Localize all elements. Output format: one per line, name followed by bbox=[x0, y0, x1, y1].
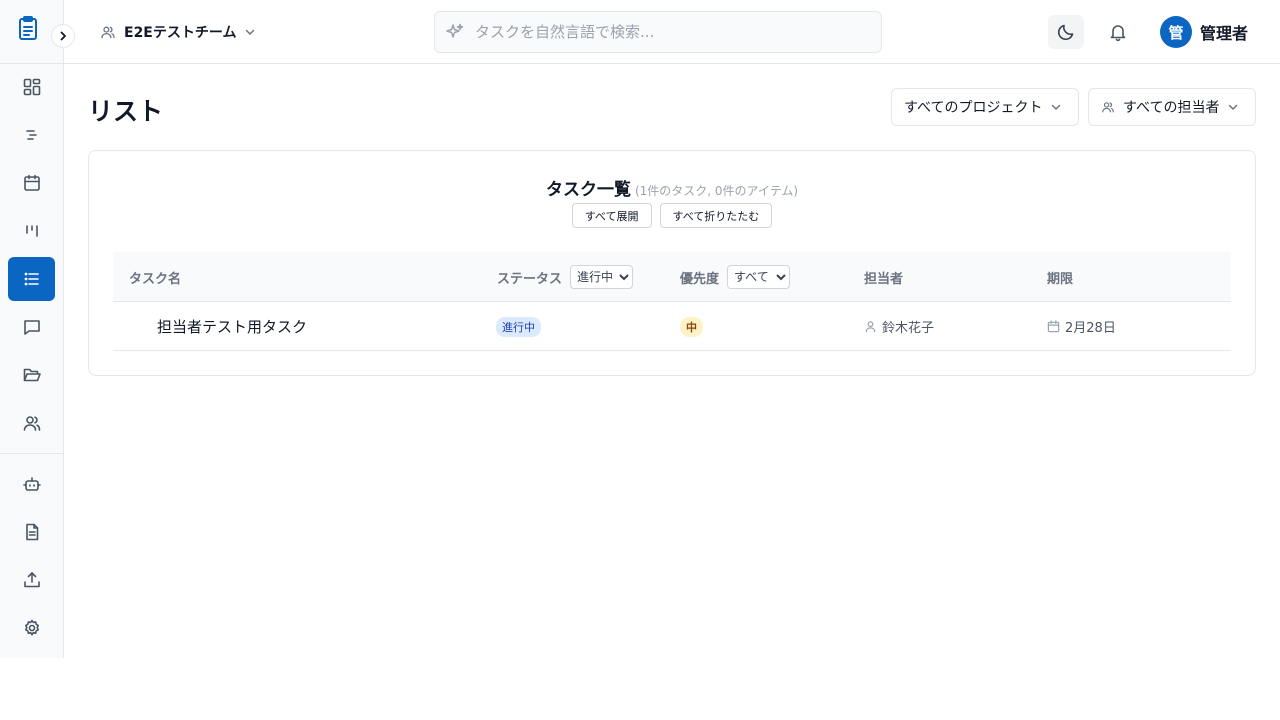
project-filter-label: すべてのプロジェクト bbox=[904, 100, 1043, 116]
card-header: タスク一覧 (1件のタスク, 0件のアイテム) bbox=[89, 175, 1255, 200]
table-header: タスク名 ステータス 進行中 優先度 すべて 担当者 期限 bbox=[113, 252, 1231, 302]
column-header-status-label: ステータス bbox=[497, 271, 563, 287]
sparkles-icon bbox=[446, 23, 464, 38]
sidebar-item-list[interactable] bbox=[8, 257, 55, 301]
sidebar-item-upload[interactable] bbox=[8, 558, 55, 602]
file-text-icon bbox=[25, 523, 38, 541]
search-input[interactable] bbox=[475, 23, 855, 41]
chevron-right-icon bbox=[60, 31, 66, 41]
sidebar-item-calendar[interactable] bbox=[8, 161, 55, 205]
column-header-priority: 優先度 すべて bbox=[680, 252, 791, 302]
team-switcher[interactable]: E2Eテストチーム bbox=[100, 20, 256, 44]
upload-icon bbox=[23, 572, 40, 588]
sidebar-item-ai[interactable] bbox=[8, 462, 55, 506]
moon-icon bbox=[1057, 24, 1074, 41]
gantt-icon bbox=[25, 130, 37, 140]
priority-filter-select[interactable]: すべて bbox=[727, 265, 791, 289]
collapse-all-button[interactable]: すべて折りたたむ bbox=[659, 203, 773, 228]
sidebar-item-documents[interactable] bbox=[8, 510, 55, 554]
sidebar-item-timeline[interactable] bbox=[8, 113, 55, 157]
column-header-due: 期限 bbox=[1047, 252, 1073, 302]
column-header-priority-label: 優先度 bbox=[680, 271, 720, 287]
notifications-button[interactable] bbox=[1100, 15, 1136, 49]
message-square-icon bbox=[23, 320, 40, 335]
task-assignee: 鈴木花子 bbox=[882, 321, 935, 336]
column-header-name: タスク名 bbox=[129, 252, 181, 302]
project-filter-dropdown[interactable]: すべてのプロジェクト bbox=[891, 88, 1079, 126]
folder-open-icon bbox=[23, 368, 41, 382]
calendar-icon bbox=[1047, 320, 1060, 333]
card-title: タスク一覧 bbox=[545, 180, 631, 200]
clipboard-logo-icon[interactable] bbox=[16, 15, 40, 41]
task-due-cell: 2月28日 bbox=[1047, 302, 1116, 351]
avatar: 管 bbox=[1160, 16, 1192, 48]
column-header-name-label: タスク名 bbox=[129, 271, 182, 287]
column-header-assignee-label: 担当者 bbox=[864, 271, 904, 287]
chevron-down-icon bbox=[1229, 104, 1238, 111]
expand-controls: すべて展開 すべて折りたたむ bbox=[89, 203, 1255, 228]
assignee-filter-dropdown[interactable]: すべての担当者 bbox=[1088, 88, 1256, 126]
user-name: 管理者 bbox=[1200, 24, 1249, 43]
sidebar-item-projects[interactable] bbox=[8, 353, 55, 397]
task-list-card: タスク一覧 (1件のタスク, 0件のアイテム) すべて展開 すべて折りたたむ タス… bbox=[88, 150, 1256, 376]
assignee-filter-label: すべての担当者 bbox=[1123, 100, 1220, 116]
chevron-down-icon bbox=[246, 29, 255, 36]
column-header-assignee: 担当者 bbox=[864, 252, 903, 302]
search-box bbox=[434, 11, 882, 53]
user-menu[interactable]: 管 管理者 bbox=[1160, 16, 1248, 48]
status-filter-select[interactable]: 進行中 bbox=[570, 265, 634, 289]
list-icon bbox=[24, 272, 39, 286]
users-icon bbox=[23, 416, 40, 431]
sidebar-item-members[interactable] bbox=[8, 401, 55, 445]
sidebar-item-kanban[interactable] bbox=[8, 209, 55, 253]
sidebar bbox=[0, 0, 64, 658]
task-name-cell: 担当者テスト用タスク bbox=[157, 302, 307, 351]
expand-all-button[interactable]: すべて展開 bbox=[571, 203, 652, 228]
task-priority-cell: 中 bbox=[680, 302, 703, 351]
bot-icon bbox=[22, 477, 41, 491]
bell-icon bbox=[1110, 25, 1126, 42]
gear-icon bbox=[24, 619, 39, 636]
sidebar-divider-bottom bbox=[0, 453, 63, 454]
app-root: E2Eテストチーム 管 管理者 リスト すべてのプロジェクト すべての担当者 タ… bbox=[0, 0, 1280, 720]
user-icon bbox=[865, 321, 876, 333]
task-status-cell: 進行中 bbox=[496, 302, 541, 351]
chevron-down-icon bbox=[1052, 104, 1061, 111]
sidebar-item-settings[interactable] bbox=[8, 606, 55, 650]
task-name[interactable]: 担当者テスト用タスク bbox=[157, 316, 307, 337]
users-icon bbox=[101, 26, 115, 39]
team-name: E2Eテストチーム bbox=[124, 25, 237, 41]
task-assignee-cell: 鈴木花子 bbox=[864, 302, 934, 351]
sidebar-divider-top bbox=[0, 63, 63, 64]
sidebar-item-dashboard[interactable] bbox=[8, 65, 55, 109]
theme-toggle-button[interactable] bbox=[1048, 15, 1084, 49]
layout-grid-icon bbox=[23, 78, 40, 96]
page-title: リスト bbox=[88, 97, 164, 126]
kanban-icon bbox=[25, 225, 38, 237]
task-due-date: 2月28日 bbox=[1065, 321, 1116, 336]
sidebar-item-chat[interactable] bbox=[8, 305, 55, 349]
column-header-status: ステータス 進行中 bbox=[497, 252, 634, 302]
calendar-icon bbox=[23, 174, 40, 191]
sidebar-toggle-button[interactable] bbox=[51, 24, 75, 48]
column-header-due-label: 期限 bbox=[1047, 271, 1074, 287]
priority-badge: 中 bbox=[680, 316, 703, 337]
table-row[interactable]: 担当者テスト用タスク 進行中 中 鈴木花子 2月28日 bbox=[113, 302, 1231, 351]
status-badge: 進行中 bbox=[496, 316, 541, 337]
users-icon bbox=[1102, 102, 1114, 113]
card-subtitle: (1件のタスク, 0件のアイテム) bbox=[634, 184, 799, 198]
top-header: E2Eテストチーム 管 管理者 bbox=[64, 0, 1280, 64]
